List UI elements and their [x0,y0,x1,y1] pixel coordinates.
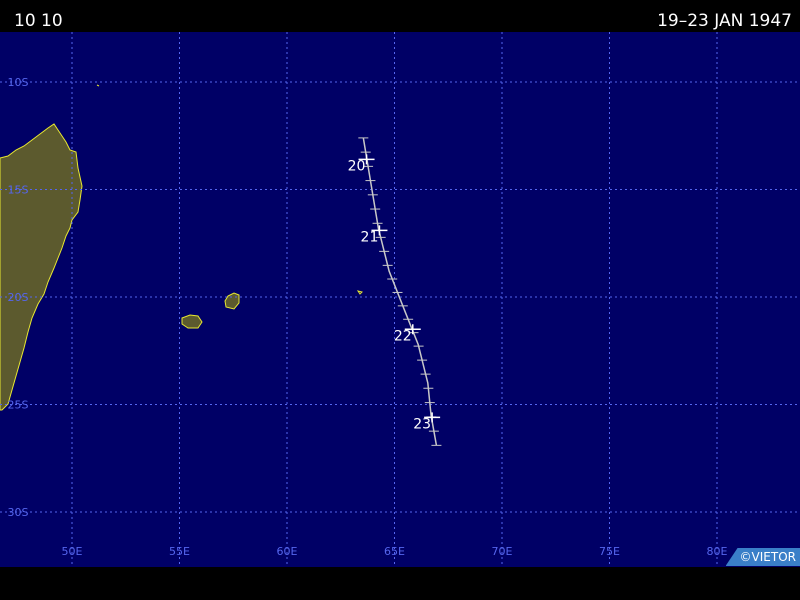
day-label-21: 21 [361,229,379,245]
day-label-22: 22 [394,328,412,344]
lat-label-20S: 20S [8,291,29,304]
lon-label-60E: 60E [277,545,298,558]
lat-label-25S: 25S [8,399,29,412]
lon-label-75E: 75E [599,545,620,558]
lon-label-80E: 80E [707,545,728,558]
track-map: 50E 55E 60E 65E 70E 75E 80E 10S 15S 20S 25S 30S 20 2… [0,32,800,567]
day-label-23: 23 [413,416,431,432]
lon-label-55E: 55E [169,545,190,558]
date-range: 19–23 JAN 1947 [657,11,792,31]
lat-label-10S: 10S [8,76,29,89]
day-label-20: 20 [348,158,366,174]
lon-label-70E: 70E [492,545,513,558]
lat-label-30S: 30S [8,506,29,519]
lon-label-65E: 65E [384,545,405,558]
storm-id: 10 10 [14,11,63,31]
lon-label-50E: 50E [62,545,83,558]
credit-label: ©VIETOR [725,548,800,566]
reunion-island [181,314,203,329]
lat-label-15S: 15S [8,184,29,197]
